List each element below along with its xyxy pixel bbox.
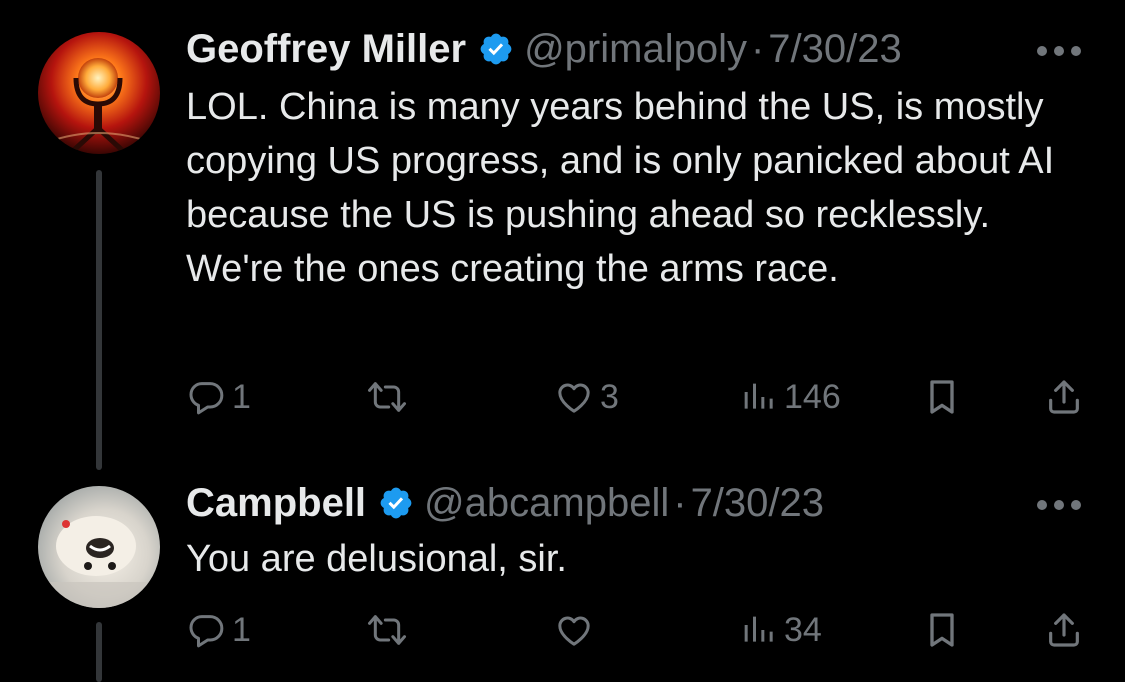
avatar[interactable] [38,486,160,608]
views-count: 34 [784,610,822,649]
like-count: 3 [600,377,619,416]
bookmark-icon [930,613,954,647]
reply-button[interactable]: 1 [186,375,251,419]
tweet-text: You are delusional, sir. [186,538,567,580]
share-icon [1049,380,1079,414]
author-name[interactable]: Campbell [186,481,366,526]
avatar[interactable] [38,32,160,154]
views-icon [744,383,773,409]
heart-icon [558,616,590,646]
verified-badge-icon [478,31,514,67]
tweet-actions: 1 34 [186,608,1086,652]
share-button[interactable] [1044,375,1084,419]
author-handle[interactable]: @primalpoly [524,27,747,72]
reply-icon [189,615,224,648]
separator-dot: · [673,480,687,525]
views-button[interactable]: 146 [738,375,841,419]
author-name[interactable]: Geoffrey Miller [186,27,466,72]
views-count: 146 [784,377,841,416]
tweet-campbell[interactable]: Campbell @abcampbell · 7/30/23 You are d… [0,470,1125,682]
more-icon[interactable] [1037,44,1081,58]
views-icon [744,616,773,642]
tweet-actions: 1 3 146 [186,375,1086,419]
tweet-date[interactable]: 7/30/23 [768,27,901,72]
reply-count: 1 [232,377,251,416]
retweet-icon [368,382,406,412]
tweet-geoffrey-miller[interactable]: Geoffrey Miller @primalpoly · 7/30/23 LO… [0,0,1125,470]
tweet-header: Geoffrey Miller @primalpoly · 7/30/23 [186,24,902,74]
bookmark-button[interactable] [922,375,962,419]
tweet-header: Campbell @abcampbell · 7/30/23 [186,478,824,528]
retweet-button[interactable] [364,608,410,652]
retweet-button[interactable] [364,375,410,419]
bookmark-button[interactable] [922,608,962,652]
share-icon [1049,613,1079,647]
heart-icon [558,383,590,413]
like-button[interactable] [554,608,594,652]
author-handle[interactable]: @abcampbell [424,481,669,526]
reply-count: 1 [232,610,251,649]
like-button[interactable]: 3 [554,375,619,419]
share-button[interactable] [1044,608,1084,652]
more-icon[interactable] [1037,498,1081,512]
bookmark-icon [930,380,954,414]
tweet-date[interactable]: 7/30/23 [691,481,824,526]
separator-dot: · [750,26,765,71]
thread-line [96,170,102,470]
tweet-text: LOL. China is many years behind the US, … [186,86,1055,290]
views-button[interactable]: 34 [738,608,822,652]
reply-icon [189,382,224,415]
retweet-icon [368,615,406,645]
thread-line [96,622,102,682]
verified-badge-icon [378,485,414,521]
reply-button[interactable]: 1 [186,608,251,652]
